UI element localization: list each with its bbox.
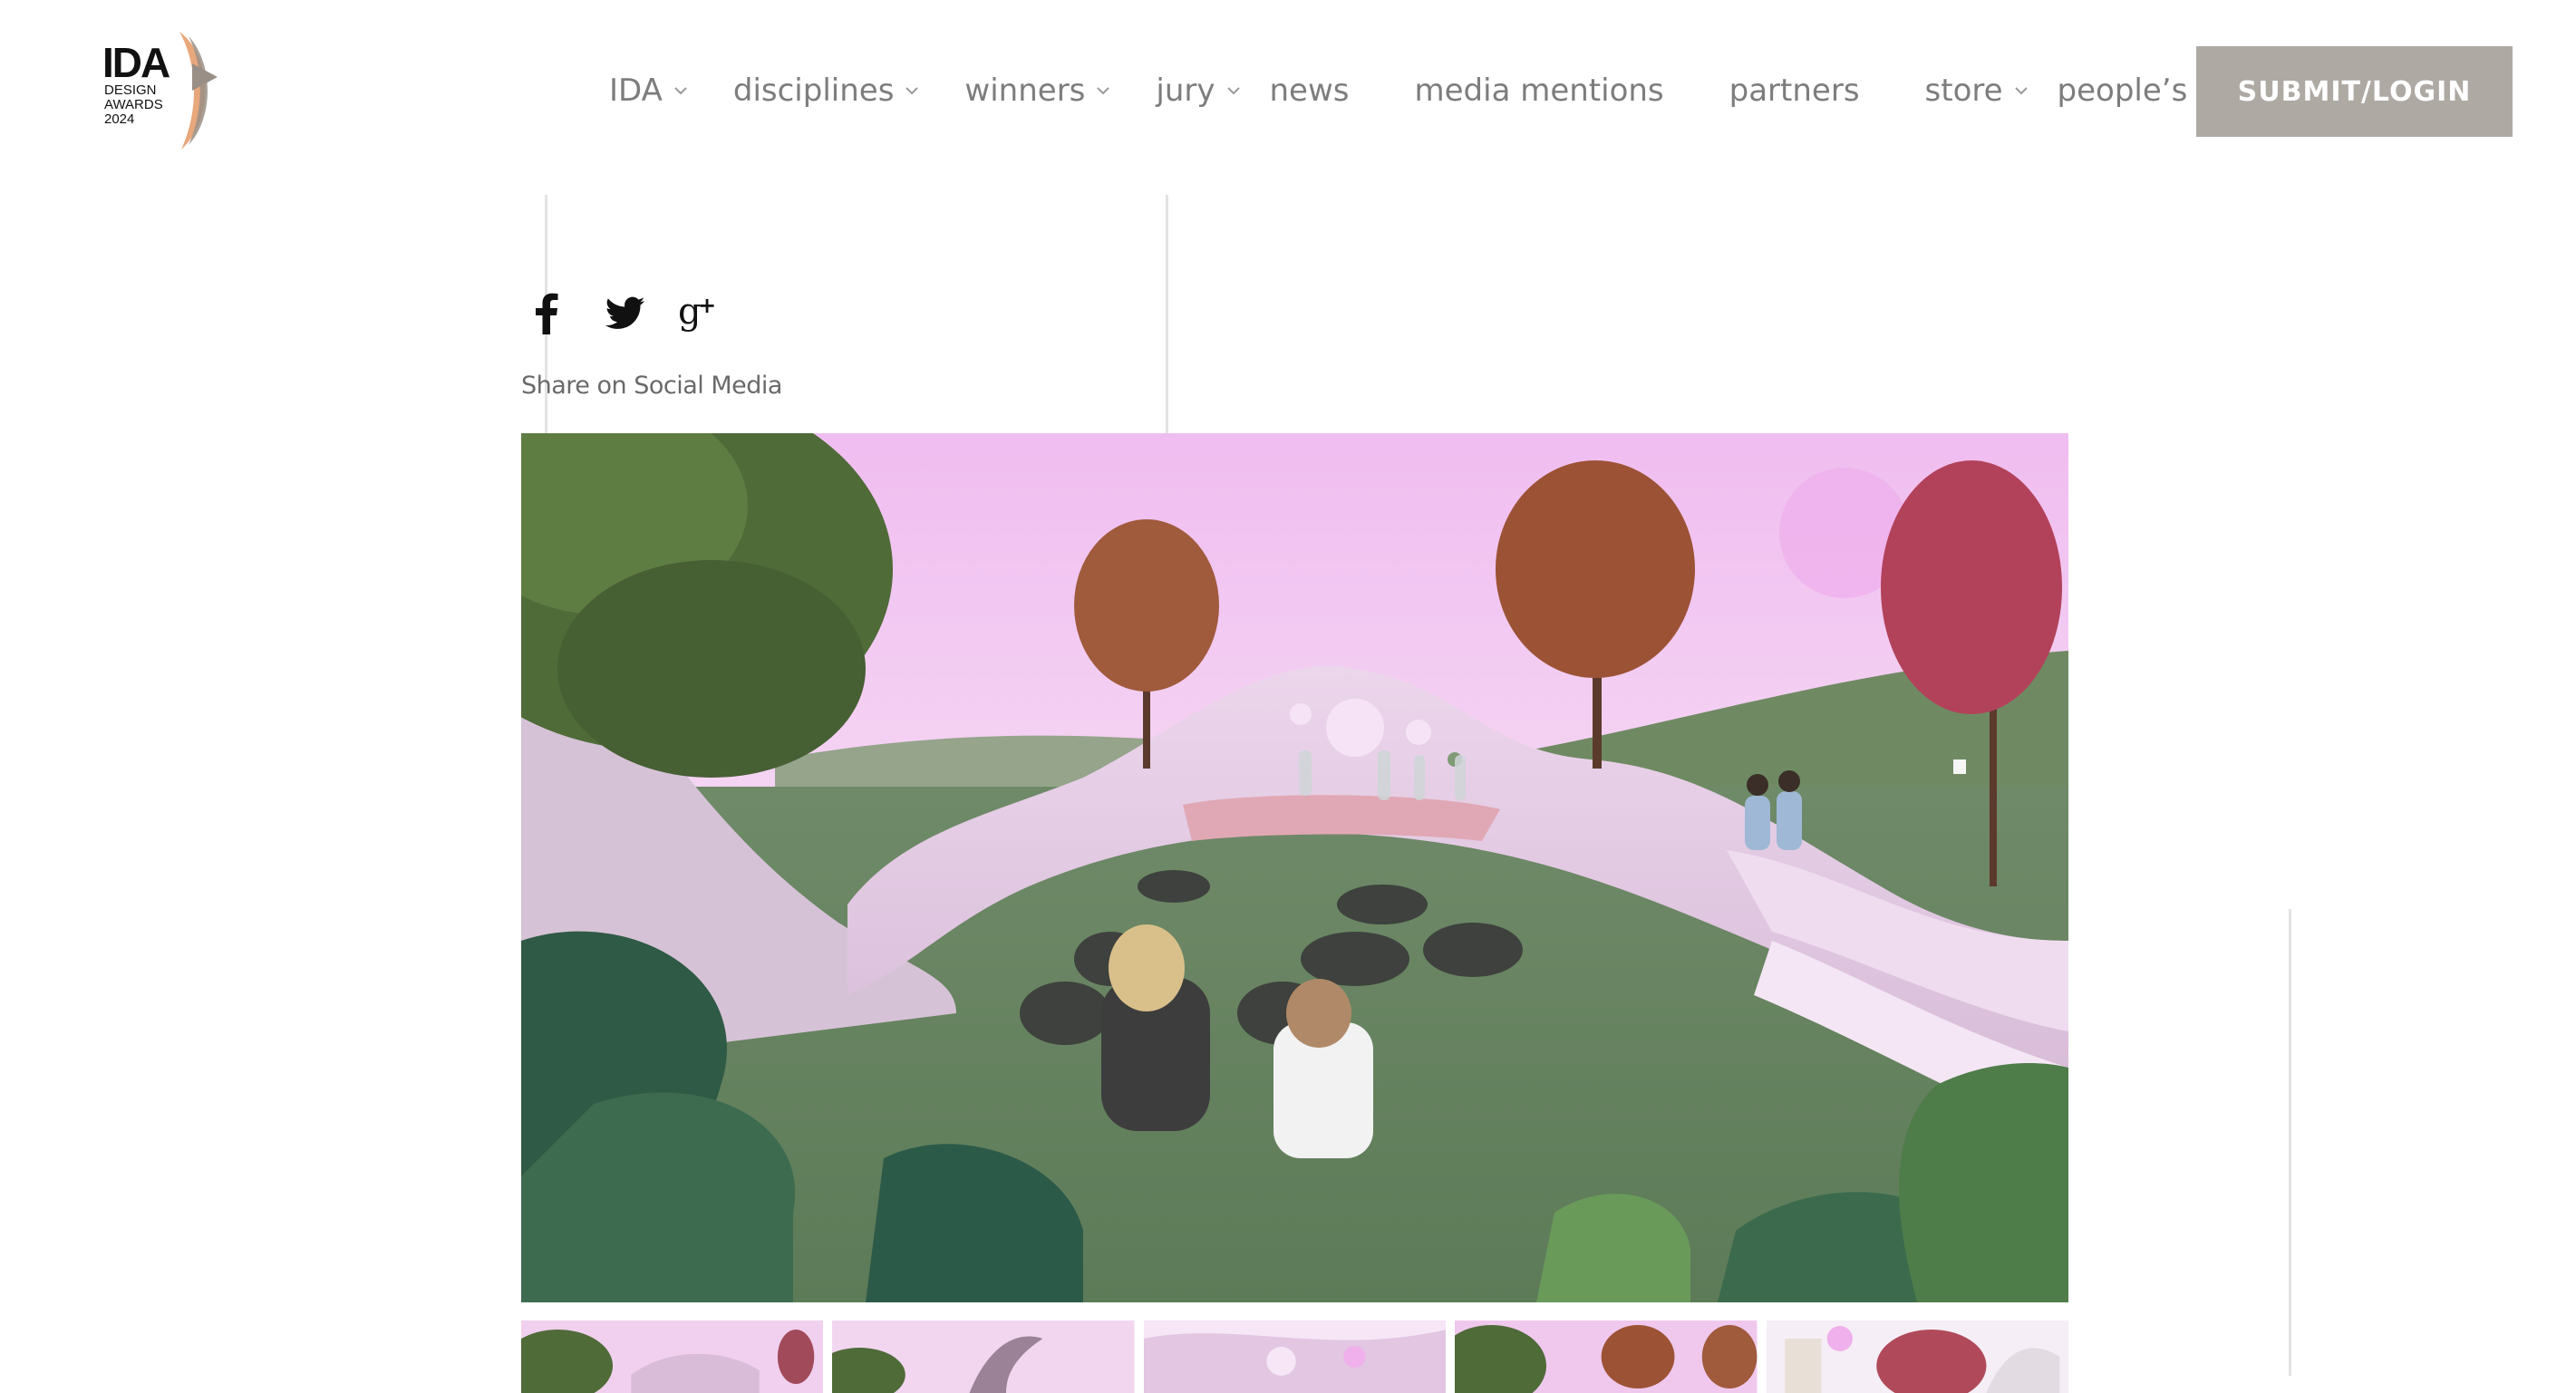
submit-login-button[interactable]: SUBMIT/LOGIN <box>2196 46 2513 137</box>
logo-line-year: 2024 <box>104 111 135 127</box>
nav-label: news <box>1269 73 1350 109</box>
thumbnail-2[interactable] <box>832 1320 1135 1393</box>
divider-line <box>1166 195 1168 435</box>
nav-item-jury[interactable]: jury <box>1156 63 1242 118</box>
chevron-down-icon <box>905 87 919 95</box>
chevron-down-icon <box>1097 87 1110 95</box>
project-main-image[interactable] <box>521 433 2068 1302</box>
nav-item-ida[interactable]: IDA <box>609 63 690 118</box>
thumbnail-1[interactable] <box>521 1320 824 1393</box>
nav-item-media-mentions[interactable]: media mentions <box>1415 63 1664 118</box>
logo-line-design: DESIGN <box>104 82 157 98</box>
logo-line-awards: AWARDS <box>104 97 163 112</box>
share-icons: g + <box>533 288 751 339</box>
thumbnail-3[interactable] <box>1143 1320 1447 1393</box>
google-plus-icon[interactable]: g + <box>678 288 751 339</box>
nav-label: media mentions <box>1414 73 1664 109</box>
thumbnail-5[interactable] <box>1766 1320 2069 1393</box>
nav-label: store <box>1924 73 2003 109</box>
chevron-down-icon <box>1226 87 1240 95</box>
nav-item-partners[interactable]: partners <box>1729 63 1860 118</box>
logo-title: IDA <box>102 39 170 86</box>
main-nav: IDA disciplines winners jury news media … <box>609 63 2324 118</box>
nav-item-news[interactable]: news <box>1270 63 1350 118</box>
nav-label: IDA <box>609 73 663 109</box>
thumbnail-4[interactable] <box>1455 1320 1758 1393</box>
facebook-icon[interactable] <box>533 288 605 339</box>
share-label: Share on Social Media <box>521 372 782 400</box>
ida-logo[interactable]: IDA DESIGN AWARDS 2024 <box>100 27 227 154</box>
twitter-icon[interactable] <box>605 288 678 339</box>
nav-label: winners <box>964 73 1086 109</box>
svg-text:+: + <box>698 293 716 318</box>
nav-item-store[interactable]: store <box>1925 63 2030 118</box>
nav-item-winners[interactable]: winners <box>964 63 1112 118</box>
nav-label: partners <box>1729 73 1860 109</box>
nav-label: disciplines <box>732 73 895 109</box>
nav-item-disciplines[interactable]: disciplines <box>733 63 922 118</box>
site-header: IDA DESIGN AWARDS 2024 IDA disciplines w… <box>0 0 2576 181</box>
thumbnail-strip <box>521 1320 2069 1393</box>
divider-line <box>2289 909 2291 1376</box>
chevron-down-icon <box>2014 87 2028 95</box>
nav-label: jury <box>1156 73 1215 109</box>
amphitheater-render <box>521 433 2068 1302</box>
logo-graphic <box>179 32 218 150</box>
chevron-down-icon <box>674 87 687 95</box>
